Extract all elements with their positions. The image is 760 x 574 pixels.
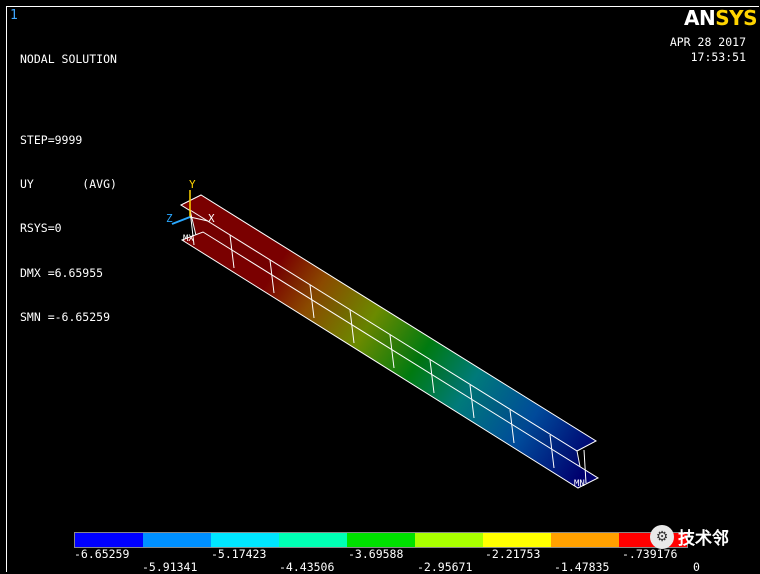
legend-label: -5.17423 [211,547,267,561]
legend-color-band [211,533,279,547]
max-marker: MX [183,234,194,244]
legend-color-band [143,533,211,547]
legend-color-band [551,533,619,547]
bottom-flange [180,231,600,489]
legend-label: -2.95671 [417,560,473,574]
legend-label: 0 [693,560,700,574]
contour-legend-bar [74,532,688,548]
legend-color-band [415,533,483,547]
gear-icon: ⚙ [650,524,674,549]
legend-color-band [483,533,551,547]
legend-color-band [75,533,143,547]
triad-y-label: Y [189,178,196,191]
legend-label: -1.47835 [554,560,610,574]
top-flange [179,194,598,452]
triad-z-label: Z [166,212,173,225]
legend-label: -3.69588 [348,547,404,561]
i-beam [179,194,600,489]
legend-color-band [347,533,415,547]
legend-label: -.739176 [622,547,678,561]
min-marker: MN [574,479,585,489]
legend-color-band [279,533,347,547]
triad-x-label: X [208,212,215,225]
watermark-text: 技术邻 [678,529,729,549]
legend-label: -4.43506 [279,560,335,574]
legend-label: -5.91341 [142,560,198,574]
legend-label: -6.65259 [74,547,130,561]
legend-label: -2.21753 [485,547,541,561]
watermark: ⚙ 技术邻 [650,524,729,549]
beam-model-view[interactable]: Y Z X MX MN [0,0,760,573]
